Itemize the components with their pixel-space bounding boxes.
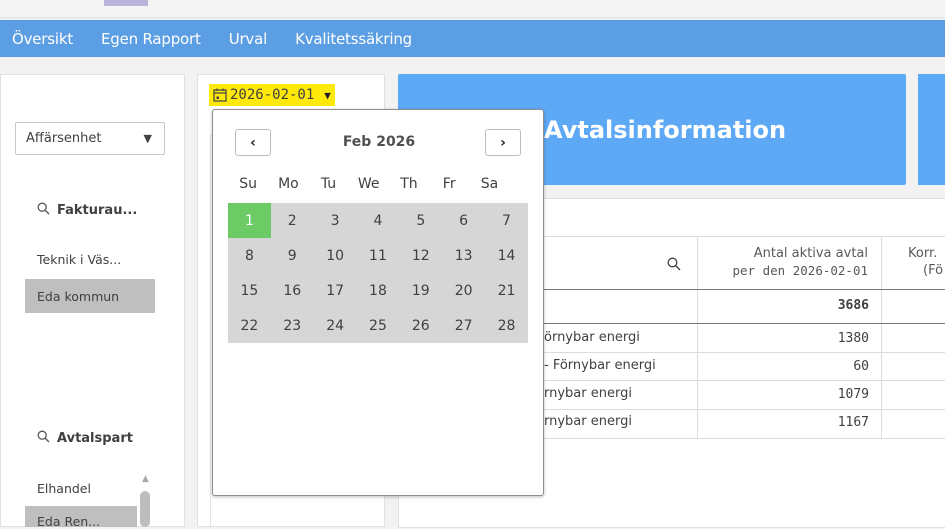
- dropdown-label: Affärsenhet: [26, 131, 102, 146]
- calendar-day[interactable]: 3: [314, 203, 357, 238]
- chevron-right-icon: ›: [500, 134, 506, 151]
- faktura-filter-title[interactable]: Fakturau...: [37, 202, 137, 219]
- weekday-label: Sa: [480, 176, 499, 192]
- calendar-day[interactable]: 8: [228, 238, 271, 273]
- nav-oversikt[interactable]: Översikt: [12, 30, 73, 48]
- list-item-selected[interactable]: Eda Ren...: [25, 506, 137, 529]
- row-divider: [544, 236, 945, 237]
- calendar-day[interactable]: 24: [314, 308, 357, 343]
- table-row-value: 1167: [837, 415, 869, 430]
- calendar-week-row: 8 9 10 11 12 13 14: [228, 238, 528, 273]
- calendar-day[interactable]: 4: [357, 203, 400, 238]
- total-value: 3686: [837, 298, 869, 313]
- header-underline: [544, 289, 945, 290]
- header-line-1: Antal aktiva avtal: [753, 246, 868, 261]
- calendar-day[interactable]: 17: [314, 273, 357, 308]
- affarsenhet-dropdown[interactable]: Affärsenhet ▼: [15, 122, 165, 155]
- browser-top-strip: [0, 0, 945, 18]
- table-row-value: 1380: [837, 331, 869, 346]
- table-row-label: - Förnybar energi: [544, 358, 656, 373]
- column-header-korr[interactable]: Korr. (Fö: [884, 245, 945, 279]
- calendar-week-row: 1 2 3 4 5 6 7: [228, 203, 528, 238]
- table-row-value: 60: [853, 359, 869, 374]
- banner-title: Avtalsinformation: [544, 116, 787, 144]
- list-item[interactable]: Teknik i Väs...: [25, 242, 155, 276]
- calendar-day[interactable]: 5: [399, 203, 442, 238]
- weekday-label: Fr: [442, 176, 456, 192]
- avtalspart-filter-title[interactable]: Avtalspart: [37, 430, 133, 447]
- calendar-day[interactable]: 6: [442, 203, 485, 238]
- calendar-day-grid: 1 2 3 4 5 6 7 8 9 10 11 12 13 14 15 16 1…: [228, 203, 528, 343]
- calendar-week-row: 22 23 24 25 26 27 28: [228, 308, 528, 343]
- calendar-day[interactable]: 25: [357, 308, 400, 343]
- calendar-day[interactable]: 9: [271, 238, 314, 273]
- calendar-day[interactable]: 18: [357, 273, 400, 308]
- calendar-day[interactable]: 2: [271, 203, 314, 238]
- row-divider: [544, 380, 945, 381]
- search-icon: [37, 430, 50, 447]
- calendar-icon: [213, 88, 227, 102]
- calendar-week-row: 15 16 17 18 19 20 21: [228, 273, 528, 308]
- calendar-day[interactable]: 10: [314, 238, 357, 273]
- table-row-value: 1079: [837, 387, 869, 402]
- calendar-day[interactable]: 11: [357, 238, 400, 273]
- nav-egen-rapport[interactable]: Egen Rapport: [101, 30, 201, 48]
- list-item-selected[interactable]: Eda kommun: [25, 279, 155, 313]
- scrollbar-thumb[interactable]: [140, 491, 150, 527]
- row-divider: [544, 438, 945, 439]
- calendar-popup: ‹ Feb 2026 › Su Mo Tu We Th Fr Sa 1 2 3 …: [212, 109, 544, 496]
- calendar-day[interactable]: 22: [228, 308, 271, 343]
- weekday-label: Su: [239, 176, 258, 192]
- next-month-button[interactable]: ›: [485, 129, 521, 156]
- column-header-antal[interactable]: Antal aktiva avtal per den 2026-02-01: [700, 245, 868, 279]
- row-divider: [544, 409, 945, 410]
- weekday-label: Mo: [278, 176, 299, 192]
- faktura-title-text: Fakturau...: [57, 203, 138, 218]
- calendar-day[interactable]: 12: [399, 238, 442, 273]
- row-divider: [544, 352, 945, 353]
- date-picker-toggle[interactable]: 2026-02-01 ▼: [209, 84, 335, 106]
- list-item[interactable]: Elhandel: [25, 471, 137, 505]
- calendar-day[interactable]: 16: [271, 273, 314, 308]
- tab-marker: [104, 0, 148, 6]
- calendar-day[interactable]: 26: [399, 308, 442, 343]
- caret-down-icon: ▼: [324, 88, 331, 102]
- table-row-label: rnybar energi: [544, 414, 632, 429]
- total-underline: [544, 323, 945, 324]
- header-line-2: per den 2026-02-01: [732, 263, 868, 278]
- table-row-label: rnybar energi: [544, 386, 632, 401]
- avtalspart-title-text: Avtalspart: [57, 431, 133, 446]
- scroll-up-icon[interactable]: ▲: [142, 474, 149, 484]
- table-row-label: örnybar energi: [544, 330, 640, 345]
- calendar-day[interactable]: 7: [485, 203, 528, 238]
- search-icon: [37, 202, 50, 219]
- chevron-down-icon: ▼: [143, 132, 152, 145]
- calendar-day[interactable]: 19: [399, 273, 442, 308]
- selected-date: 2026-02-01: [230, 87, 315, 103]
- search-icon[interactable]: [667, 256, 681, 275]
- calendar-day[interactable]: 20: [442, 273, 485, 308]
- calendar-day[interactable]: 14: [485, 238, 528, 273]
- calendar-day-selected[interactable]: 1: [228, 203, 271, 238]
- weekday-label: We: [357, 176, 380, 192]
- weekday-label: Th: [400, 176, 418, 192]
- header-korr-1: Korr.: [908, 246, 938, 261]
- calendar-day[interactable]: 23: [271, 308, 314, 343]
- calendar-day[interactable]: 15: [228, 273, 271, 308]
- weekday-header: Su Mo Tu We Th Fr Sa: [228, 176, 530, 192]
- top-navigation: Översikt Egen Rapport Urval Kvalitetssäk…: [0, 20, 945, 57]
- calendar-day[interactable]: 28: [485, 308, 528, 343]
- weekday-label: Tu: [320, 176, 337, 192]
- header-korr-2: (Fö: [923, 263, 944, 278]
- nav-urval[interactable]: Urval: [229, 30, 268, 48]
- calendar-day[interactable]: 13: [442, 238, 485, 273]
- calendar-day[interactable]: 21: [485, 273, 528, 308]
- calendar-day[interactable]: 27: [442, 308, 485, 343]
- nav-kvalitetssakring[interactable]: Kvalitetssäkring: [295, 30, 412, 48]
- secondary-banner: [918, 74, 945, 185]
